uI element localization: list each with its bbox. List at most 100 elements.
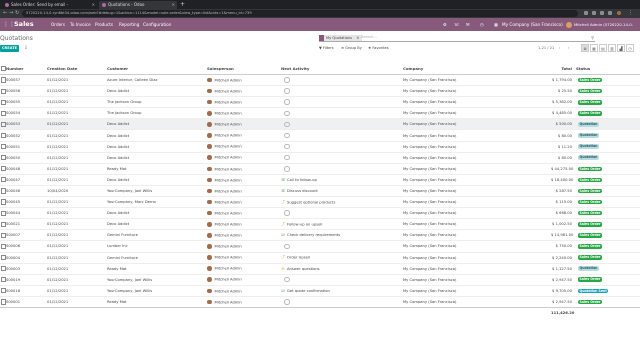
salesperson-cell: Mitchell Admin (207, 96, 281, 108)
filters-button[interactable]: ▼ Filters (319, 45, 334, 52)
favorites-button[interactable]: ★ Favorites (368, 45, 389, 52)
upsell-icon[interactable]: ⤴ (281, 255, 285, 260)
extension-icon[interactable] (600, 11, 604, 15)
column-status[interactable]: Status (576, 63, 640, 75)
column-total[interactable]: Total (551, 63, 576, 75)
table-row[interactable]: S00018 01/12/2021 YourCompany, Joel Willis… (0, 284, 640, 297)
pager-prev-icon[interactable]: ‹ (559, 45, 560, 52)
pager-value[interactable]: 1-21 / 21 (538, 45, 554, 52)
extension-icon[interactable] (592, 11, 596, 15)
activity-clock-icon[interactable]: ◷ (480, 18, 484, 31)
reload-icon[interactable]: ↻ (15, 9, 19, 18)
create-button[interactable]: CREATE (0, 45, 19, 52)
column-company[interactable]: Company (403, 63, 551, 75)
salesperson: Mitchell Admin (214, 177, 242, 182)
phone-icon[interactable]: ☏ (281, 189, 286, 193)
table-row[interactable]: S00054 01/12/2021 The Jackson Group Mitchel… (0, 107, 640, 119)
extension-icon[interactable] (608, 11, 612, 15)
column-customer[interactable]: Customer (107, 63, 207, 75)
phone-icon[interactable]: ☏ (454, 18, 459, 31)
table-row[interactable]: S00057 01/12/2021 Azure Interior, Colleen … (0, 73, 640, 86)
table-row[interactable]: S00006 01/12/2021 Lumber Inc Mitchell Admin… (0, 240, 640, 252)
activity-clock-icon[interactable] (284, 299, 290, 305)
company-switcher[interactable]: My Company (San Francisco) (502, 18, 563, 31)
column-number[interactable]: Number (6, 63, 47, 75)
pivot-view-icon[interactable]: ▥ (608, 44, 616, 52)
address-bar[interactable]: 5720220-14-0-ryn6bt34.odoo.com/web?#debu… (22, 10, 578, 17)
remove-facet-icon[interactable]: ✕ (356, 36, 359, 40)
activity-clock-icon[interactable] (284, 132, 290, 139)
table-row[interactable]: S00004 01/12/2021 Gemini Furniture Mitchell… (0, 251, 640, 264)
activity-clock-icon[interactable] (284, 210, 290, 216)
menu-to-invoice[interactable]: To Invoice (70, 18, 91, 31)
chat-icon[interactable]: ✉ (466, 18, 470, 31)
search-input[interactable]: Search... (361, 34, 377, 41)
table-row[interactable]: S00053 01/12/2021 Deco Addict Mitchell Admi… (0, 118, 640, 130)
search-icon[interactable]: ⚲ (591, 34, 594, 41)
table-row[interactable]: S00045 01/12/2021 YourCompany, Marc Demo Mi… (0, 196, 640, 208)
email-icon[interactable]: ✉ (281, 267, 285, 271)
table-row[interactable]: S00055 01/12/2021 The Jackson Group Mitchel… (0, 96, 640, 108)
forward-arrow-icon[interactable]: → (9, 9, 13, 18)
upsell-icon[interactable]: ⤴ (281, 200, 285, 205)
salesperson-cell: Mitchell Admin (207, 240, 281, 252)
back-arrow-icon[interactable]: ← (3, 9, 7, 18)
column-creation-date[interactable]: Creation Date (47, 63, 107, 75)
salesperson-avatar (207, 210, 212, 216)
activity-clock-icon[interactable] (284, 243, 290, 250)
activity-clock-icon[interactable] (284, 77, 290, 83)
table-row[interactable]: S00044 01/12/2021 Deco Addict Mitchell Admi… (0, 207, 640, 219)
list-view-icon[interactable]: ≣ (581, 44, 589, 52)
download-icon[interactable]: ⇩ (24, 45, 28, 52)
table-row[interactable]: S00056 01/12/2021 Deco Addict Mitchell Admi… (0, 85, 640, 97)
table-row[interactable]: S00021 01/12/2021 Deco Addict Mitchell Admi… (0, 218, 640, 230)
menu-products[interactable]: Products (95, 18, 113, 31)
menu-orders[interactable]: Orders (51, 18, 65, 31)
activity-clock-icon[interactable] (284, 143, 290, 150)
table-row[interactable]: S00051 01/12/2021 Deco Addict Mitchell Admi… (0, 140, 640, 153)
todo-icon[interactable]: ☑ (281, 233, 285, 237)
salesperson-avatar (207, 133, 212, 138)
upsell-icon[interactable]: ⤴ (281, 222, 285, 227)
next-activity-cell (281, 107, 403, 119)
table-row[interactable]: S00001 01/12/2021 Ready Mat Mitchell Admin M… (0, 295, 640, 308)
search-bar[interactable]: My Quotations ✕ Search... ⚲ (319, 34, 595, 42)
activity-clock-icon[interactable] (284, 121, 290, 128)
activity-view-icon[interactable]: ◷ (626, 44, 634, 52)
menu-configuration[interactable]: Configuration (143, 18, 171, 31)
table-row[interactable]: S00052 01/12/2021 Deco Addict Mitchell Admi… (0, 129, 640, 142)
groupby-button[interactable]: ≡ Group By (341, 45, 362, 52)
browser-tab-quotations[interactable]: Quotations - Odoo ✕ (99, 1, 177, 9)
calendar-view-icon[interactable]: ▤ (599, 44, 607, 52)
new-tab-button[interactable]: + (180, 0, 185, 9)
kanban-view-icon[interactable]: ▦ (590, 44, 598, 52)
activity-clock-icon[interactable] (284, 88, 290, 94)
close-tab-icon[interactable]: ✕ (172, 1, 175, 9)
phone-icon[interactable]: ☏ (281, 178, 286, 182)
pager-next-icon[interactable]: › (568, 45, 569, 52)
table-row[interactable]: S00007 01/12/2021 Gemini Furniture Mitchell… (0, 229, 640, 241)
activity-clock-icon[interactable] (284, 110, 290, 117)
table-row[interactable]: S00048 01/12/2021 Ready Mat Mitchell Admin M… (0, 162, 640, 175)
todo-icon[interactable]: ☑ (281, 289, 285, 293)
column-salesperson[interactable]: Salesperson (207, 63, 281, 75)
activity-clock-icon[interactable] (284, 276, 290, 283)
profile-avatar-icon[interactable] (617, 11, 621, 15)
bug-icon[interactable]: ⚙ (443, 18, 447, 31)
column-next-activity[interactable]: Next Activity (281, 63, 403, 75)
menu-reporting[interactable]: Reporting (119, 18, 139, 31)
table-row[interactable]: S00050 01/12/2021 Deco Addict Mitchell Admi… (0, 151, 640, 164)
browser-tab-sales-order[interactable]: Sales Order: Send by email - ✕ (2, 1, 97, 9)
table-row[interactable]: S00019 01/12/2021 YourCompany, Joel Willis… (0, 273, 640, 286)
activity-clock-icon[interactable] (284, 166, 290, 172)
activity-clock-icon[interactable] (284, 99, 290, 105)
table-row[interactable]: S00046 10/04/2020 YourCompany, Joel Willis… (0, 184, 640, 197)
close-tab-icon[interactable]: ✕ (92, 1, 95, 9)
browser-menu-icon[interactable]: ⋮ (628, 9, 633, 18)
graph-view-icon[interactable]: ▟ (617, 44, 625, 52)
app-name[interactable]: Sales (14, 18, 34, 31)
activity-clock-icon[interactable] (284, 154, 290, 161)
table-row[interactable]: S00047 01/12/2021 Deco Addict Mitchell Admi… (0, 173, 640, 186)
extension-icon[interactable] (584, 11, 588, 15)
table-row[interactable]: S00003 01/12/2021 Ready Mat Mitchell Admin ✉… (0, 262, 640, 275)
